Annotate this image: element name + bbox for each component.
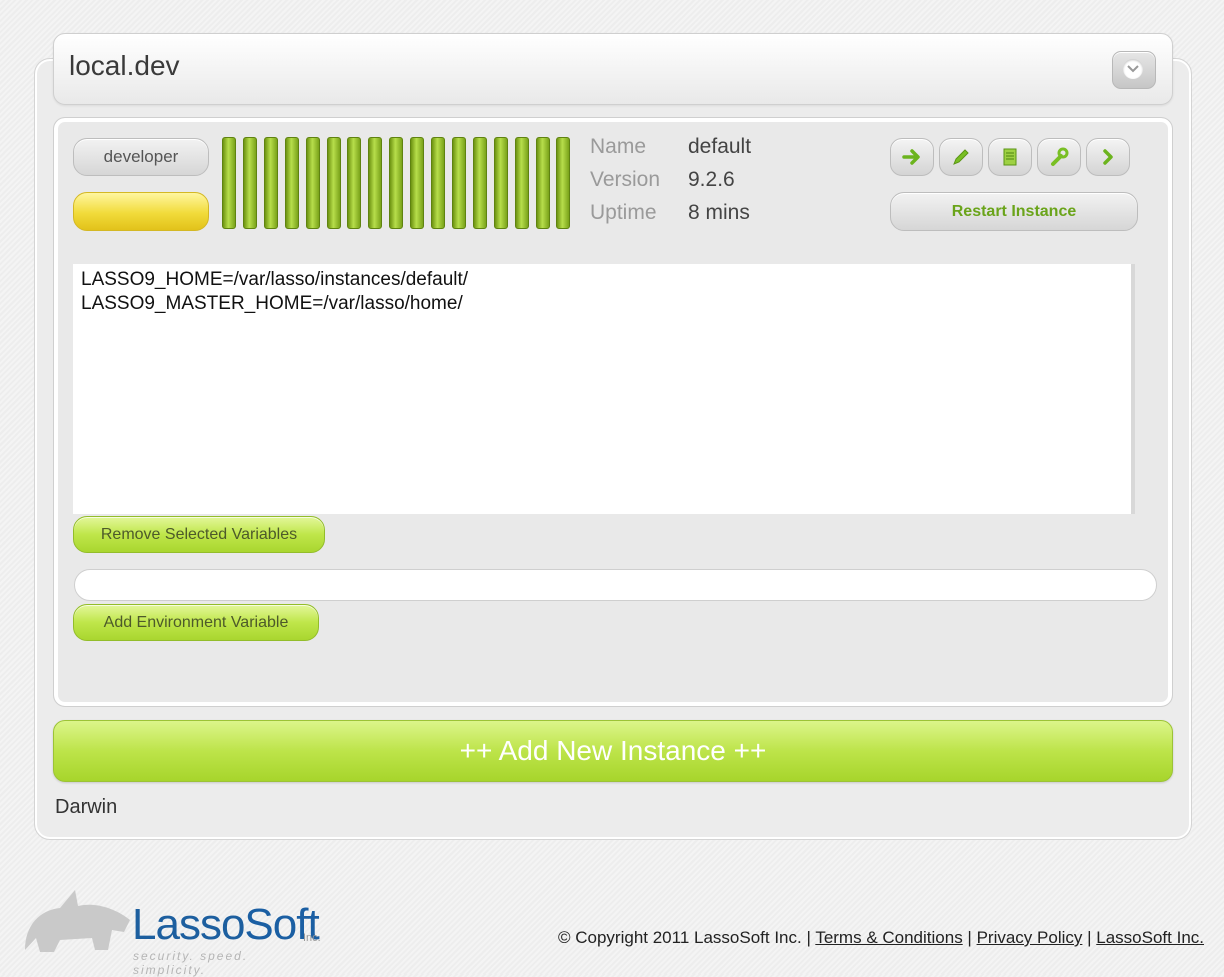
lassosoft-link[interactable]: LassoSoft Inc. xyxy=(1096,928,1204,947)
load-meter-bar xyxy=(284,137,299,229)
info-label: Name xyxy=(590,135,647,158)
footer: © Copyright 2011 LassoSoft Inc. | Terms … xyxy=(558,928,1204,947)
instance-panel: developer Name default Version 9.2.6 Upt… xyxy=(53,117,1173,707)
info-row-name: Name default xyxy=(590,135,830,168)
load-meter-bar xyxy=(263,137,278,229)
load-meter-bar xyxy=(242,137,257,229)
load-meter-bar xyxy=(514,137,529,229)
load-meter-bar xyxy=(451,137,466,229)
privacy-link[interactable]: Privacy Policy xyxy=(977,928,1083,947)
info-value: 9.2.6 xyxy=(688,168,735,191)
add-variable-button[interactable]: Add Environment Variable xyxy=(73,604,319,641)
logo-word-lasso: Lasso xyxy=(132,900,245,949)
load-meter-bar xyxy=(326,137,341,229)
chevron-down-icon xyxy=(1123,59,1143,79)
load-meter-bar xyxy=(347,137,362,229)
arrow-right-icon xyxy=(902,149,920,165)
server-title: local.dev xyxy=(69,50,180,81)
load-meter-bar xyxy=(410,137,425,229)
logo-tagline: security. speed. simplicity. xyxy=(133,949,249,977)
collapse-button[interactable] xyxy=(1112,51,1156,89)
info-value: default xyxy=(688,135,752,158)
terms-link[interactable]: Terms & Conditions xyxy=(815,928,962,947)
instance-info: Name default Version 9.2.6 Uptime 8 mins xyxy=(590,135,830,234)
wrench-icon xyxy=(1051,147,1069,166)
load-meter-bar xyxy=(535,137,550,229)
lassosoft-logo: LassoSoft Inc. security. speed. simplici… xyxy=(20,880,321,977)
load-meter-bar xyxy=(222,137,236,229)
env-variables-list[interactable]: LASSO9_HOME=/var/lasso/instances/default… xyxy=(73,264,1135,514)
os-label: Darwin xyxy=(55,796,118,818)
load-meter-bar xyxy=(472,137,487,229)
status-indicator xyxy=(73,192,209,231)
go-button[interactable] xyxy=(890,138,934,176)
user-button[interactable]: developer xyxy=(73,138,209,176)
restart-instance-button[interactable]: Restart Instance xyxy=(890,192,1138,231)
info-label: Version xyxy=(590,168,661,191)
info-row-uptime: Uptime 8 mins xyxy=(590,201,830,234)
info-label: Uptime xyxy=(590,201,657,224)
chevron-right-icon xyxy=(1103,149,1113,165)
edit-button[interactable] xyxy=(939,138,983,176)
info-value: 8 mins xyxy=(688,201,750,224)
load-meter-bar xyxy=(368,137,383,229)
logo-text: LassoSoft xyxy=(132,900,320,950)
log-button[interactable] xyxy=(988,138,1032,176)
load-meter-bar xyxy=(493,137,508,229)
load-meter-bar xyxy=(431,137,445,229)
next-button[interactable] xyxy=(1086,138,1130,176)
info-row-version: Version 9.2.6 xyxy=(590,168,830,201)
add-instance-button[interactable]: ++ Add New Instance ++ xyxy=(53,720,1173,782)
load-meter-bar xyxy=(389,137,404,229)
logo-inc: Inc. xyxy=(303,932,321,944)
new-variable-input[interactable] xyxy=(74,569,1157,601)
load-meter-bar xyxy=(556,137,571,229)
remove-variables-button[interactable]: Remove Selected Variables xyxy=(73,516,325,553)
document-icon xyxy=(1003,148,1017,166)
server-header: local.dev xyxy=(53,33,1173,105)
env-variable-item[interactable]: LASSO9_MASTER_HOME=/var/lasso/home/ xyxy=(81,292,1123,316)
copyright-text: © Copyright 2011 LassoSoft Inc. xyxy=(558,928,802,947)
settings-button[interactable] xyxy=(1037,138,1081,176)
pencil-icon xyxy=(953,149,969,165)
load-meter-bar xyxy=(305,137,320,229)
env-variable-item[interactable]: LASSO9_HOME=/var/lasso/instances/default… xyxy=(81,268,1123,292)
rhino-icon xyxy=(25,890,130,952)
